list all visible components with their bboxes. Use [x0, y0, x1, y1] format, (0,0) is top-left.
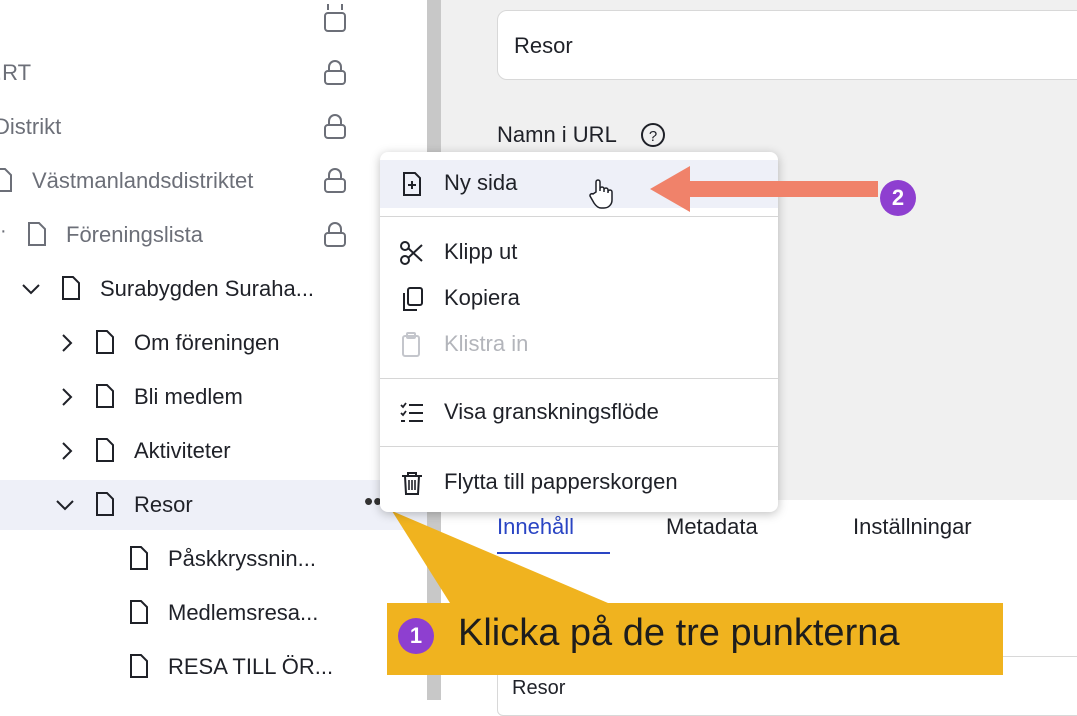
tree-item-medlemsresa[interactable]: Medlemsresa...	[0, 588, 427, 638]
chevron-down-icon[interactable]	[20, 278, 42, 300]
tree-item-foreningslista[interactable]: · Föreningslista	[0, 210, 427, 260]
tree-item-rt[interactable]: .RT	[0, 48, 427, 98]
document-icon	[130, 654, 148, 678]
svg-text:?: ?	[649, 128, 657, 145]
menu-item-label: Klipp ut	[444, 239, 518, 264]
menu-item-review-flow[interactable]: Visa granskningsflöde	[380, 389, 778, 437]
step-badge-1: 1	[398, 618, 434, 654]
tree-item-label: Resor	[134, 492, 193, 517]
tree-item-resa-till-or[interactable]: RESA TILL ÖR...	[0, 642, 427, 692]
tree-item-label: Bli medlem	[134, 384, 243, 409]
menu-item-label: Flytta till papperskorgen	[444, 469, 678, 494]
chevron-down-icon[interactable]: ·	[0, 220, 7, 243]
copy-icon	[403, 287, 423, 311]
help-icon[interactable]: ?	[640, 122, 666, 148]
tree-item-label: Föreningslista	[66, 222, 203, 247]
document-icon	[96, 438, 114, 462]
chevron-down-icon[interactable]	[54, 494, 76, 516]
chevron-right-icon[interactable]	[56, 440, 78, 462]
tree-item-label: Västmanlandsdistriktet	[32, 168, 254, 193]
menu-separator	[380, 378, 778, 379]
menu-separator	[380, 216, 778, 217]
tab-metadata[interactable]: Metadata	[666, 514, 758, 540]
tree-item-label: Distrikt	[0, 114, 62, 139]
tree-item-label: RESA TILL ÖR...	[168, 654, 334, 679]
instruction-text: Klicka på de tre punkterna	[458, 612, 900, 654]
document-icon	[130, 546, 148, 570]
menu-item-copy[interactable]: Kopiera	[380, 275, 778, 323]
checklist-icon	[400, 402, 423, 422]
step-badge-2: 2	[880, 180, 916, 216]
document-icon	[130, 600, 148, 624]
tree-item-label: Aktiviteter	[134, 438, 231, 463]
tab-installningar[interactable]: Inställningar	[853, 514, 972, 540]
new-page-icon	[403, 172, 421, 196]
lock-icon	[324, 4, 346, 32]
document-icon	[0, 168, 12, 192]
document-icon	[96, 384, 114, 408]
menu-item-move-to-trash[interactable]: Flytta till papperskorgen	[380, 459, 778, 507]
menu-item-label: Ny sida	[444, 170, 518, 195]
callout-pointer	[392, 511, 608, 603]
lock-icon	[324, 60, 346, 85]
annotation-arrow	[650, 166, 878, 212]
tree-item-aktiviteter[interactable]: Aktiviteter	[0, 426, 427, 476]
tree-item-vastmanlandsdistriktet[interactable]: Västmanlandsdistriktet	[0, 156, 427, 206]
tree-item-label: Påskkryssnin...	[168, 546, 316, 571]
tree-item-resor[interactable]: Resor	[0, 480, 427, 530]
document-icon	[62, 276, 80, 300]
document-icon	[96, 330, 114, 354]
menu-item-paste[interactable]: Klistra in	[380, 321, 778, 369]
document-icon	[28, 222, 46, 246]
lock-icon	[324, 114, 346, 139]
tree-item-label: .RT	[0, 60, 32, 85]
document-icon	[96, 492, 114, 516]
menu-item-label: Visa granskningsflöde	[444, 399, 659, 424]
tree-item-om-foreningen[interactable]: Om föreningen	[0, 318, 427, 368]
tree-item-label: Medlemsresa...	[168, 600, 319, 625]
menu-item-label: Kopiera	[444, 285, 520, 310]
page-title-input[interactable]: Resor	[497, 10, 1077, 80]
tree-item-distrikt[interactable]: Distrikt	[0, 102, 427, 152]
menu-separator	[380, 446, 778, 447]
tree-item-paskkryssning[interactable]: Påskkryssnin...	[0, 534, 427, 584]
lock-icon	[324, 222, 346, 247]
hand-cursor-icon	[589, 179, 613, 209]
page-tree: .RT Distrikt Västmanlandsdistriktet · Fö…	[0, 0, 427, 700]
url-name-label: Namn i URL	[497, 122, 617, 147]
scissors-icon	[400, 241, 423, 265]
menu-item-cut[interactable]: Klipp ut	[380, 229, 778, 277]
paste-icon	[402, 332, 420, 357]
tree-item-surabygden[interactable]: Surabygden Suraha...	[0, 264, 427, 314]
tree-item-label: Surabygden Suraha...	[100, 276, 315, 301]
menu-item-label: Klistra in	[444, 331, 529, 356]
lock-icon	[324, 168, 346, 193]
trash-icon	[402, 472, 422, 495]
tree-item-bli-medlem[interactable]: Bli medlem	[0, 372, 427, 422]
chevron-right-icon[interactable]	[56, 386, 78, 408]
tree-item-label: Om föreningen	[134, 330, 280, 355]
chevron-right-icon[interactable]	[56, 332, 78, 354]
